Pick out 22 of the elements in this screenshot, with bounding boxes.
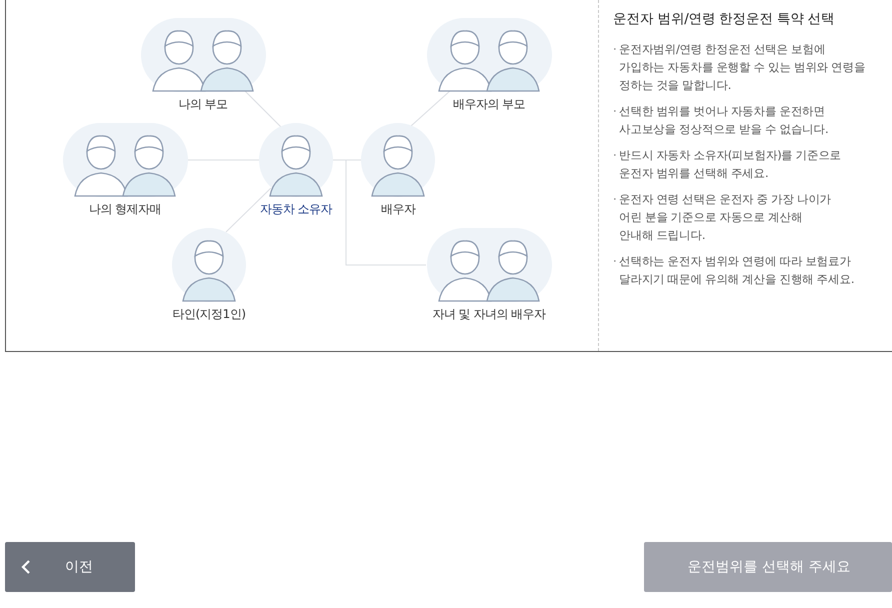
bullet-mark: ·	[613, 253, 618, 270]
info-text: 선택한 범위를 벗어나 자동차를 운전하면 사고보상을 정상적으로 받을 수 없습니다.	[619, 103, 828, 138]
node-label[interactable]: 타인(지정1인)	[172, 306, 246, 323]
node-label[interactable]: 배우자	[380, 201, 416, 218]
bullet-mark: ·	[613, 41, 618, 58]
previous-button[interactable]: 이전	[5, 542, 135, 592]
node-label[interactable]: 자녀 및 자녀의 배우자	[432, 306, 546, 323]
info-text: 운전자 연령 선택은 운전자 중 가장 나이가 어린 분을 기준으로 자동으로 계산해 안내해 드립니다.	[619, 191, 832, 244]
node-label[interactable]: 자동차 소유자	[260, 201, 332, 218]
bullet-mark: ·	[613, 191, 618, 208]
bullet-mark: ·	[613, 147, 618, 164]
info-title: 운전자 범위/연령 한정운전 특약 선택	[613, 10, 836, 28]
info-text: 반드시 자동차 소유자(피보험자)를 기준으로 운전자 범위를 선택해 주세요.	[619, 147, 842, 182]
node-label[interactable]: 배우자의 부모	[452, 96, 526, 113]
connector-line	[410, 90, 452, 126]
info-text: 운전자범위/연령 한정운전 선택은 보험에 가입하는 자동차를 운행할 수 있는 범위와 연령을 정하는 것을 말합니다.	[619, 41, 866, 94]
bullet-mark: ·	[613, 103, 618, 120]
info-text: 선택하는 운전자 범위와 연령에 따라 보험료가 달라지기 때문에 유의해 계산을 진행해 주세요.	[619, 253, 854, 288]
node-label[interactable]: 나의 형제자매	[88, 201, 162, 218]
connector-line	[244, 90, 282, 128]
chevron-left-icon	[21, 559, 31, 575]
node-label[interactable]: 나의 부모	[178, 96, 228, 113]
